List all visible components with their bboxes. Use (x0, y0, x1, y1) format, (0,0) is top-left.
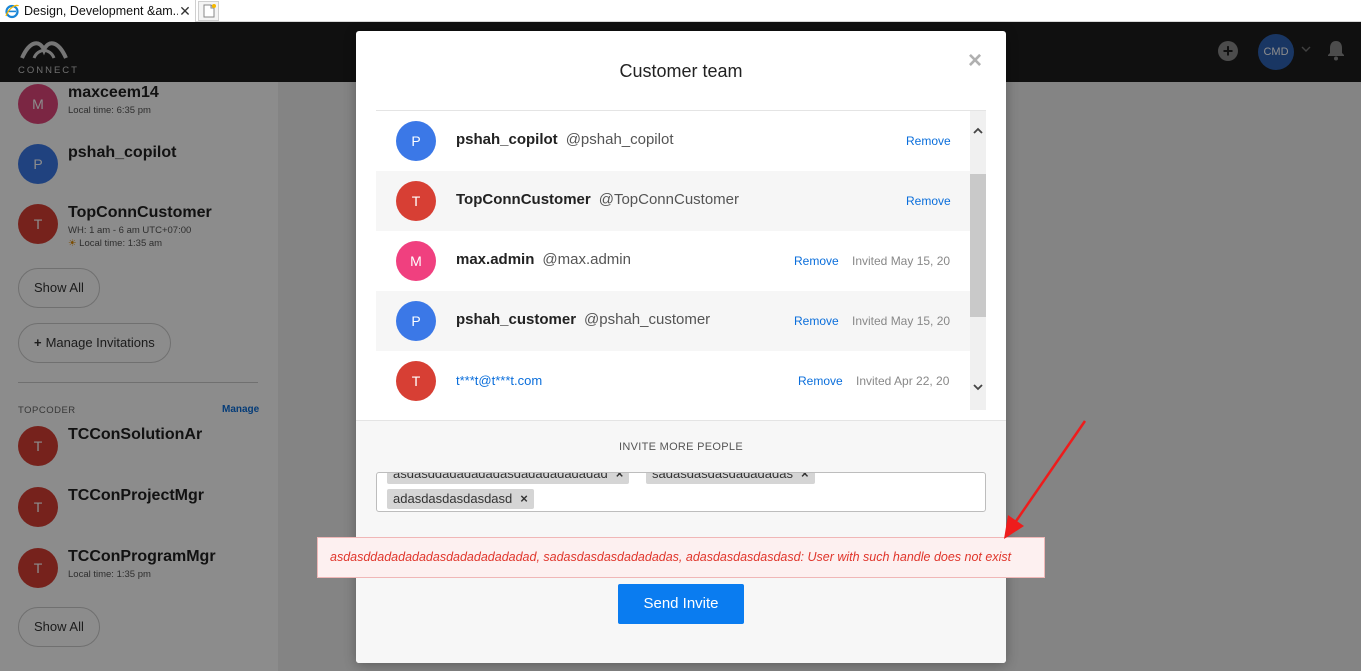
handle-tag-label: adasdasdasdasdasd (393, 491, 513, 506)
scrollbar-thumb[interactable] (970, 174, 986, 317)
invited-email: t***t@t***t.com (456, 373, 543, 388)
remove-link[interactable]: Remove (798, 374, 843, 388)
remove-link[interactable]: Remove (906, 194, 951, 208)
invite-handles-input[interactable]: asdasddadadadadasdadadadadadad × sadasdas… (376, 472, 986, 512)
close-tab-icon[interactable]: ✕ (178, 3, 192, 20)
error-message: asdasddadadadadasdadadadadadad, sadasdas… (317, 537, 1045, 578)
team-member-row: T t***t@t***t.com Remove Invited Apr 22,… (376, 351, 970, 410)
remove-link[interactable]: Remove (794, 254, 839, 268)
team-member-row: P pshah_copilot @pshah_copilot Remove (376, 111, 970, 171)
invited-date: Invited May 15, 20 (852, 254, 951, 268)
team-member-row: P pshah_customer @pshah_customer Remove I… (376, 291, 970, 351)
handle-tag: adasdasdasdasdasd × (387, 489, 534, 509)
avatar: P (396, 301, 436, 341)
modal-title: Customer team (619, 61, 743, 81)
team-member-list: P pshah_copilot @pshah_copilot Remove T T… (376, 110, 986, 410)
close-icon[interactable]: × (968, 47, 982, 75)
avatar: M (396, 241, 436, 281)
remove-tag-icon[interactable]: × (616, 473, 624, 481)
member-handle: @pshah_customer (584, 311, 711, 328)
member-handle: @max.admin (542, 251, 631, 268)
team-member-row: M max.admin @max.admin Remove Invited May… (376, 231, 970, 291)
scroll-down-icon[interactable] (972, 381, 984, 393)
remove-link[interactable]: Remove (906, 134, 951, 148)
handle-tag: sadasdasdasdadadadas × (646, 472, 815, 484)
avatar: T (396, 361, 436, 401)
member-name: max.admin (456, 251, 535, 268)
invited-date: Invited Apr 22, 20 (856, 374, 950, 388)
new-tab-button[interactable] (198, 1, 219, 21)
remove-link[interactable]: Remove (794, 314, 839, 328)
browser-tab-title: Design, Development &am... (24, 4, 178, 18)
scroll-up-icon[interactable] (972, 125, 984, 137)
invite-label: INVITE MORE PEOPLE (619, 441, 743, 453)
browser-tabstrip: Design, Development &am... ✕ (0, 0, 1361, 22)
handle-tag-label: asdasddadadadadasdadadadadadad (393, 472, 608, 481)
internet-explorer-icon (5, 4, 20, 19)
member-name: pshah_customer (456, 311, 577, 328)
invited-date: Invited May 15, 20 (852, 314, 951, 328)
handle-tag-label: sadasdasdasdadadadas (652, 472, 793, 481)
avatar: P (396, 121, 436, 161)
annotation-arrow-icon (1004, 420, 1087, 539)
send-invite-button[interactable]: Send Invite (618, 584, 744, 624)
member-handle: @TopConnCustomer (598, 191, 740, 208)
list-scrollbar[interactable] (970, 111, 986, 410)
member-name: pshah_copilot (456, 131, 558, 148)
avatar: T (396, 181, 436, 221)
browser-tab[interactable]: Design, Development &am... ✕ (0, 0, 196, 22)
remove-tag-icon[interactable]: × (520, 491, 528, 506)
new-tab-icon (203, 4, 216, 18)
remove-tag-icon[interactable]: × (801, 473, 809, 481)
member-handle: @pshah_copilot (565, 131, 674, 148)
member-name: TopConnCustomer (456, 191, 591, 208)
team-member-row: T TopConnCustomer @TopConnCustomer Remove (376, 171, 970, 231)
handle-tag: asdasddadadadadasdadadadadadad × (387, 472, 630, 484)
